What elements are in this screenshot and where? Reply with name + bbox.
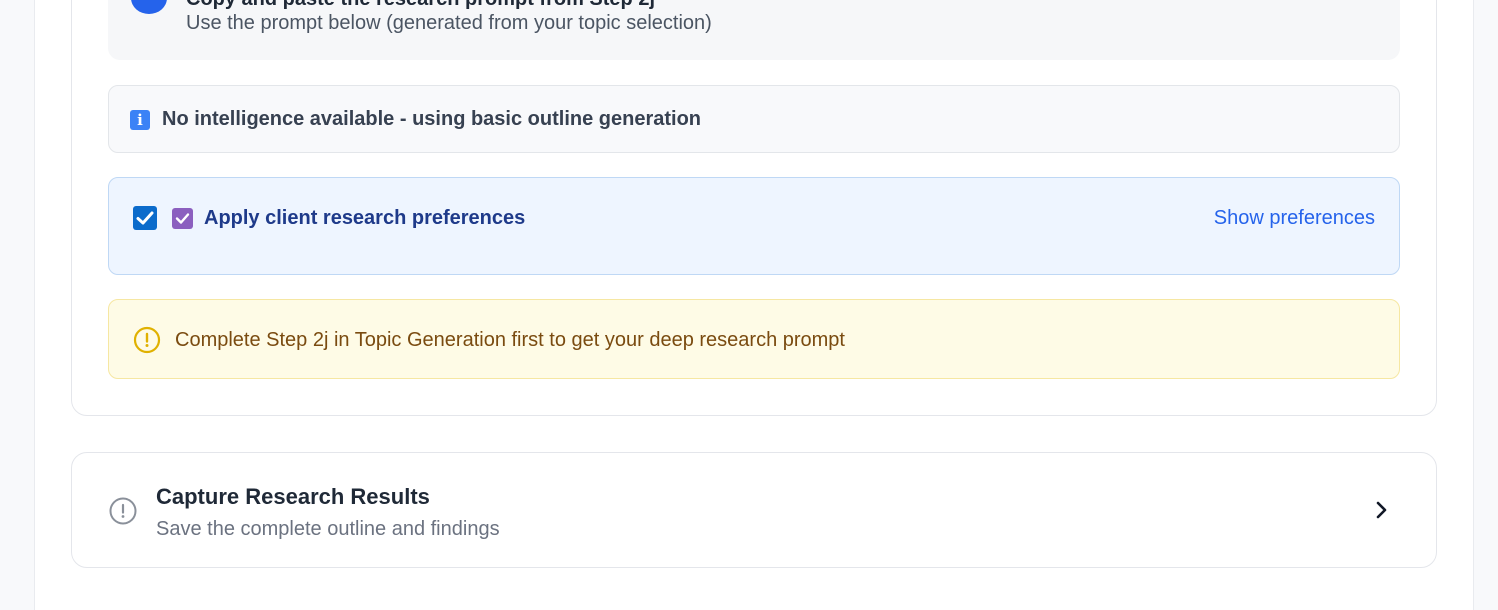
show-preferences-link[interactable]: Show preferences	[1214, 207, 1375, 230]
capture-results-card[interactable]: Capture Research Results Save the comple…	[71, 452, 1437, 568]
capture-title: Capture Research Results	[156, 484, 430, 509]
warning-text: Complete Step 2j in Topic Generation fir…	[175, 329, 845, 351]
alert-circle-icon	[133, 326, 161, 354]
capture-subtitle: Save the complete outline and findings	[156, 518, 500, 540]
warning-banner: Complete Step 2j in Topic Generation fir…	[108, 299, 1400, 379]
step-title: Copy and paste the research prompt from …	[186, 0, 655, 11]
apply-preferences-label[interactable]: Apply client research preferences	[204, 207, 525, 230]
alert-circle-icon	[109, 497, 137, 525]
info-banner: i No intelligence available - using basi…	[108, 85, 1400, 153]
chevron-right-icon[interactable]	[1370, 499, 1392, 521]
info-text: No intelligence available - using basic …	[162, 108, 702, 130]
apply-preferences-checkbox[interactable]	[133, 206, 157, 230]
info-icon: i	[130, 110, 150, 130]
check-mark-emoji-icon	[172, 208, 193, 229]
checkmark-icon	[136, 211, 154, 225]
step-description: Use the prompt below (generated from you…	[186, 12, 712, 34]
preferences-panel: Apply client research preferences Show p…	[108, 177, 1400, 275]
